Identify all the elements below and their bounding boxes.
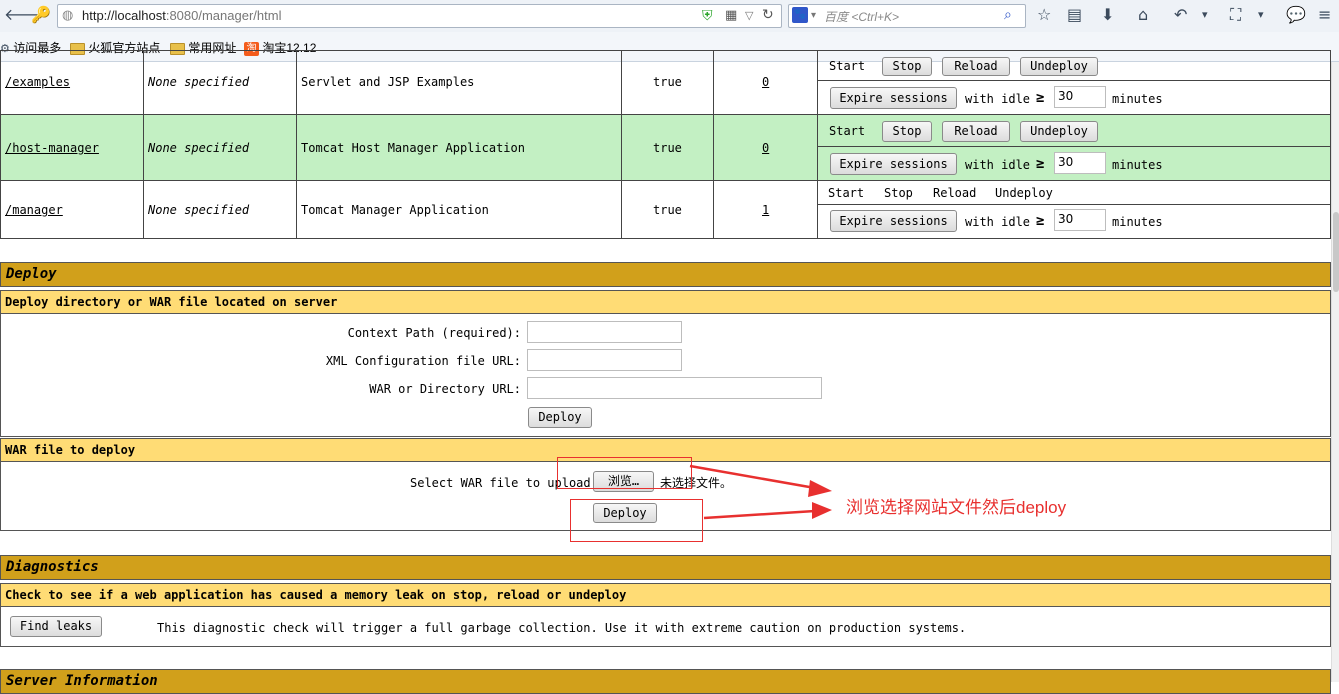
annotation-text: 浏览选择网站文件然后deploy xyxy=(846,498,1067,517)
scrollbar-thumb[interactable] xyxy=(1333,212,1339,292)
annotation-arrow-head xyxy=(808,480,832,497)
diagnostics-form: Find leaks This diagnostic check will tr… xyxy=(0,606,1331,647)
diagnostics-header: Diagnostics xyxy=(0,555,1331,580)
diagnostics-subheader: Check to see if a web application has ca… xyxy=(0,583,1331,607)
annotation-arrow-head xyxy=(812,502,832,519)
page-scrollbar[interactable] xyxy=(1331,62,1339,682)
annotation-arrow-line xyxy=(703,509,816,520)
annotation-arrow-line xyxy=(689,464,816,490)
diagnostics-note: This diagnostic check will trigger a ful… xyxy=(157,621,967,635)
find-leaks-button[interactable]: Find leaks xyxy=(10,616,102,637)
